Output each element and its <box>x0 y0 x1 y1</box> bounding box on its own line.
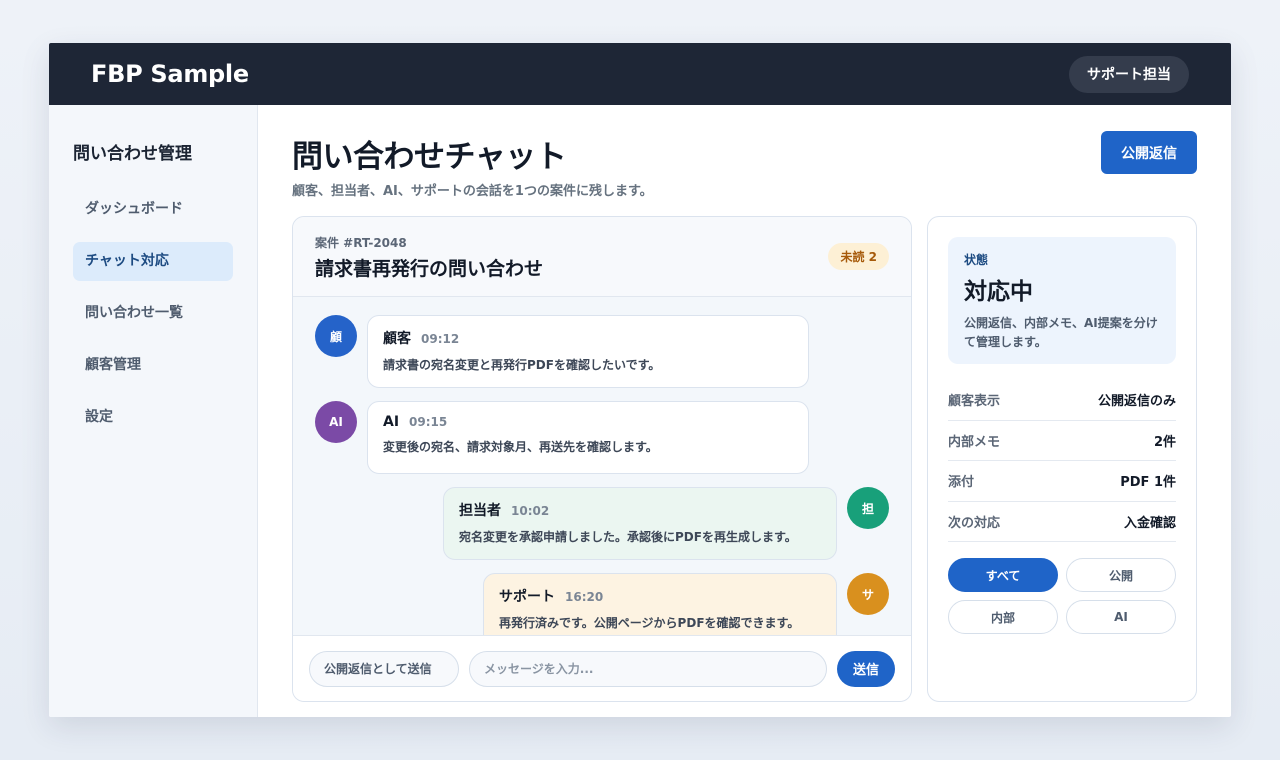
content-columns: 案件 #RT-2048 請求書再発行の問い合わせ 未読 2 顧 顧客 09:12 <box>292 216 1197 702</box>
filter-public-button[interactable]: 公開 <box>1066 558 1176 592</box>
sidebar-item-chat[interactable]: チャット対応 <box>73 242 233 281</box>
sidebar-title: 問い合わせ管理 <box>73 144 192 164</box>
message-text: 再発行済みです。公開ページからPDFを確認できます。 <box>499 616 800 630</box>
message-input[interactable] <box>469 650 827 687</box>
message-bubble: 顧客 09:12 請求書の宛名変更と再発行PDFを確認したいです。 <box>367 315 809 388</box>
info-row-visibility: 顧客表示 公開返信のみ <box>948 380 1176 421</box>
message-text: 宛名変更を承認申請しました。承認後にPDFを再生成します。 <box>459 530 797 544</box>
message-bubble: AI 09:15 変更後の宛名、請求対象月、再送先を確認します。 <box>367 401 809 474</box>
sidebar-item-dashboard[interactable]: ダッシュボード <box>73 190 233 229</box>
message-text: 変更後の宛名、請求対象月、再送先を確認します。 <box>383 440 658 454</box>
page-subtitle: 顧客、担当者、AI、サポートの会話を1つの案件に残します。 <box>292 184 653 199</box>
status-label: 状態 <box>964 253 989 267</box>
info-key: 添付 <box>948 475 975 491</box>
message-sender: AI <box>383 414 400 430</box>
filter-internal-button[interactable]: 内部 <box>948 600 1058 634</box>
page-title: 問い合わせチャット <box>292 139 567 175</box>
sidebar-item-settings[interactable]: 設定 <box>73 398 233 437</box>
brand-logo: FBP Sample <box>91 60 249 88</box>
app-body: 問い合わせ管理 ダッシュボード チャット対応 問い合わせ一覧 顧客管理 設定 問… <box>49 105 1231 717</box>
case-info-panel: 状態 対応中 公開返信、内部メモ、AI提案を分けて管理します。 顧客表示 公開返… <box>927 216 1197 702</box>
message-list[interactable]: 顧 顧客 09:12 請求書の宛名変更と再発行PDFを確認したいです。 AI A… <box>293 297 911 636</box>
info-value: 2件 <box>1153 434 1176 450</box>
message-sender: 担当者 <box>459 503 501 519</box>
info-row-internal-memo: 内部メモ 2件 <box>948 421 1176 461</box>
main-content: 問い合わせチャット 顧客、担当者、AI、サポートの会話を1つの案件に残します。 … <box>258 105 1231 717</box>
message-bubble: 担当者 10:02 宛名変更を承認申請しました。承認後にPDFを再生成します。 <box>443 487 837 560</box>
top-bar: FBP Sample サポート担当 <box>49 43 1231 105</box>
chat-header: 案件 #RT-2048 請求書再発行の問い合わせ 未読 2 <box>293 217 911 297</box>
case-info-list: 顧客表示 公開返信のみ 内部メモ 2件 添付 PDF 1件 次の対応 入金確認 <box>948 380 1176 542</box>
message-time: 09:15 <box>409 415 448 429</box>
message-item: 担当者 10:02 宛名変更を承認申請しました。承認後にPDFを再生成します。 … <box>315 487 889 560</box>
filter-ai-button[interactable]: AI <box>1066 600 1176 634</box>
chat-panel: 案件 #RT-2048 請求書再発行の問い合わせ 未読 2 顧 顧客 09:12 <box>292 216 912 702</box>
info-key: 次の対応 <box>948 515 1001 531</box>
info-row-attachment: 添付 PDF 1件 <box>948 461 1176 502</box>
avatar: 担 <box>847 487 889 529</box>
case-title: 請求書再発行の問い合わせ <box>315 258 544 280</box>
role-button[interactable]: サポート担当 <box>1069 55 1189 93</box>
sidebar-item-inquiries[interactable]: 問い合わせ一覧 <box>73 294 233 333</box>
info-value: 公開返信のみ <box>1097 394 1176 410</box>
avatar: 顧 <box>315 315 357 357</box>
message-item: サポート 16:20 再発行済みです。公開ページからPDFを確認できます。 サ <box>315 573 889 636</box>
message-time: 16:20 <box>565 590 604 604</box>
message-bubble: サポート 16:20 再発行済みです。公開ページからPDFを確認できます。 <box>483 573 837 636</box>
filter-all-button[interactable]: すべて <box>948 558 1058 592</box>
info-value: PDF 1件 <box>1120 475 1176 491</box>
message-composer: 公開返信として送信 送信 <box>293 635 911 701</box>
message-text: 請求書の宛名変更と再発行PDFを確認したいです。 <box>383 358 661 372</box>
message-sender: サポート <box>499 589 555 605</box>
message-item: AI AI 09:15 変更後の宛名、請求対象月、再送先を確認します。 <box>315 401 889 474</box>
status-value: 対応中 <box>964 279 1033 305</box>
avatar: AI <box>315 401 357 443</box>
case-id: 案件 #RT-2048 <box>315 236 407 250</box>
info-key: 顧客表示 <box>948 394 1001 410</box>
message-time: 09:12 <box>421 332 460 346</box>
message-sender: 顧客 <box>383 331 411 347</box>
avatar: サ <box>847 573 889 615</box>
unread-badge: 未読 2 <box>828 243 889 270</box>
sidebar: 問い合わせ管理 ダッシュボード チャット対応 問い合わせ一覧 顧客管理 設定 <box>49 105 258 717</box>
status-card: 状態 対応中 公開返信、内部メモ、AI提案を分けて管理します。 <box>948 237 1176 364</box>
info-key: 内部メモ <box>948 434 1001 450</box>
app-window: FBP Sample サポート担当 問い合わせ管理 ダッシュボード チャット対応… <box>49 43 1231 717</box>
message-time: 10:02 <box>511 504 550 518</box>
status-description: 公開返信、内部メモ、AI提案を分けて管理します。 <box>964 316 1158 349</box>
send-mode-select[interactable]: 公開返信として送信 <box>309 650 459 687</box>
send-button[interactable]: 送信 <box>837 650 895 687</box>
message-item: 顧 顧客 09:12 請求書の宛名変更と再発行PDFを確認したいです。 <box>315 315 889 388</box>
info-value: 入金確認 <box>1123 515 1176 531</box>
sidebar-item-customers[interactable]: 顧客管理 <box>73 346 233 385</box>
info-row-next-action: 次の対応 入金確認 <box>948 502 1176 542</box>
public-reply-button[interactable]: 公開返信 <box>1101 131 1197 174</box>
message-filters: すべて 公開 内部 AI <box>948 558 1176 634</box>
